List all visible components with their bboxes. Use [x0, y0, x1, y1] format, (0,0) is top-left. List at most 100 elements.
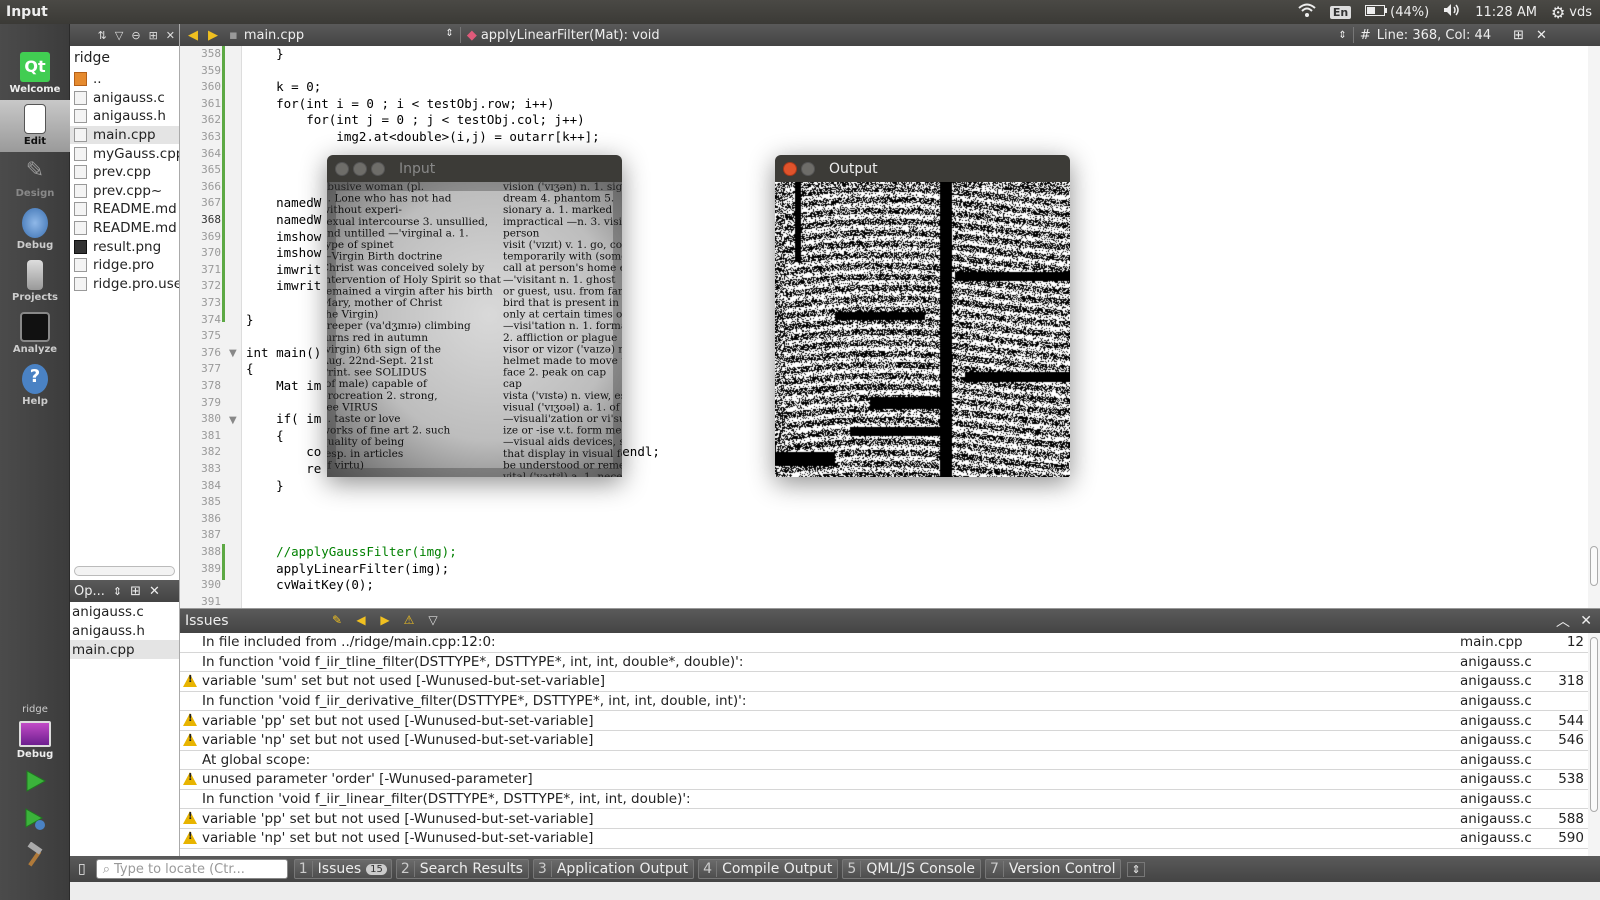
code-line[interactable]: applyLinearFilter(img); — [246, 561, 449, 576]
locator-input[interactable]: ⌕ Type to locate (Ctr... — [95, 859, 288, 879]
back-arrow-icon[interactable]: ◀ — [188, 28, 198, 43]
mode-design[interactable]: ✎ Design — [0, 152, 70, 204]
chevron-updown-icon[interactable]: ⇕ — [1127, 861, 1145, 877]
output-tab[interactable]: 5 QML/JS Console — [842, 859, 981, 879]
code-line[interactable]: for(int j = 0 ; j < testObj.col; j++) — [246, 112, 584, 127]
output-tab[interactable]: 2 Search Results — [395, 859, 529, 879]
code-line[interactable]: if( im — [246, 411, 321, 426]
tree-item[interactable]: main.cpp — [70, 125, 179, 145]
code-line[interactable]: } — [246, 312, 254, 327]
run-button[interactable] — [22, 768, 48, 794]
tree-item[interactable]: anigauss.c — [70, 89, 179, 108]
output-window-titlebar[interactable]: Output — [775, 155, 1070, 182]
issue-row[interactable]: unused parameter 'order' [-Wunused-param… — [180, 770, 1588, 790]
output-window[interactable]: Output — [775, 155, 1070, 477]
code-line[interactable]: cvWaitKey(0); — [246, 577, 374, 592]
code-line[interactable]: img2.at<double>(i,j) = outarr[k++]; — [246, 129, 599, 144]
tree-item[interactable]: .. — [70, 70, 179, 89]
tree-item[interactable]: README.md — [70, 200, 179, 219]
tree-item[interactable]: prev.cpp~ — [70, 182, 179, 201]
maximize-icon[interactable]: ︿ — [1556, 611, 1570, 631]
close-icon[interactable]: ✕ — [1580, 613, 1592, 629]
split-icon[interactable]: ⊞ — [1513, 28, 1524, 43]
issue-row[interactable]: variable 'np' set but not used [-Wunused… — [180, 731, 1588, 751]
close-window-icon[interactable] — [783, 161, 797, 176]
mode-edit[interactable]: Edit — [0, 100, 70, 152]
issue-row[interactable]: variable 'pp' set but not used [-Wunused… — [180, 711, 1588, 731]
vertical-scrollbar[interactable] — [1588, 633, 1600, 857]
mode-welcome[interactable]: Qt Welcome — [0, 48, 70, 100]
minimize-window-icon[interactable] — [353, 161, 367, 176]
code-line[interactable]: { — [246, 361, 254, 376]
issue-row[interactable]: In function 'void f_iir_tline_filter(DST… — [180, 653, 1588, 673]
sidebar-toggle-icon[interactable]: ▯ — [78, 861, 86, 877]
tree-item[interactable]: ridge.pro.user — [70, 275, 179, 294]
scrollbar-thumb[interactable] — [1590, 637, 1598, 812]
prev-arrow-icon[interactable]: ◀ — [354, 613, 368, 627]
tree-item[interactable]: ridge.pro — [70, 256, 179, 275]
kit-selector[interactable]: ridge Debug — [0, 704, 70, 760]
mode-debug[interactable]: Debug — [0, 204, 70, 256]
forward-arrow-icon[interactable]: ▶ — [208, 28, 218, 43]
symbol-selector[interactable]: ◆ applyLinearFilter(Mat): void ⇕ — [467, 28, 1347, 43]
scrollbar-thumb[interactable] — [1590, 546, 1598, 586]
link-icon[interactable]: ⊖ — [131, 29, 140, 42]
code-line[interactable]: namedW — [246, 212, 321, 227]
code-line[interactable]: imshow — [246, 245, 321, 260]
open-doc-item[interactable]: anigauss.c — [70, 602, 179, 621]
code-line[interactable]: imshow — [246, 229, 321, 244]
code-line[interactable]: imwrit — [246, 262, 321, 277]
close-window-icon[interactable] — [335, 161, 349, 176]
maximize-window-icon[interactable] — [371, 161, 385, 176]
mode-help[interactable]: ? Help — [0, 360, 70, 412]
volume-icon[interactable] — [1443, 3, 1461, 21]
issue-row[interactable]: In function 'void f_iir_derivative_filte… — [180, 692, 1588, 712]
mode-analyze[interactable]: Analyze — [0, 308, 70, 360]
clear-icon[interactable]: ✎ — [330, 613, 344, 627]
clock[interactable]: 11:28 AM — [1475, 5, 1537, 20]
code-line[interactable]: re — [246, 461, 321, 476]
issue-row[interactable]: In file included from ../ridge/main.cpp:… — [180, 633, 1588, 653]
code-line[interactable]: { — [246, 428, 284, 443]
code-line[interactable]: int main() — [246, 345, 321, 360]
horizontal-scrollbar[interactable] — [74, 566, 175, 576]
tree-item[interactable]: prev.cpp — [70, 163, 179, 182]
issue-row[interactable]: variable 'np' set but not used [-Wunused… — [180, 829, 1588, 849]
battery-indicator[interactable]: (44%) — [1365, 4, 1429, 20]
filter-icon[interactable]: ▽ — [426, 613, 440, 627]
close-icon[interactable]: ✕ — [166, 29, 175, 42]
cursor-position[interactable]: Line: 368, Col: 44 — [1377, 28, 1491, 43]
file-selector[interactable]: main.cpp ⇕ — [244, 28, 454, 43]
tree-item[interactable]: README.md — [70, 219, 179, 238]
close-icon[interactable]: ✕ — [1536, 28, 1547, 43]
debug-run-button[interactable] — [22, 806, 48, 832]
fold-arrow-icon[interactable]: ▼ — [229, 348, 237, 359]
close-icon[interactable]: ✕ — [149, 584, 160, 599]
code-line[interactable]: for(int i = 0 ; i < testObj.row; i++) — [246, 96, 554, 111]
input-window-titlebar[interactable]: Input — [327, 155, 622, 182]
issue-row[interactable]: variable 'pp' set but not used [-Wunused… — [180, 809, 1588, 829]
code-line[interactable]: imwrit — [246, 278, 321, 293]
sort-icon[interactable]: ⇅ — [98, 29, 107, 42]
keyboard-layout-indicator[interactable]: En — [1329, 5, 1352, 19]
output-tab[interactable]: 1 Issues 15 — [293, 859, 392, 879]
tree-item[interactable]: myGauss.cpp — [70, 144, 179, 163]
minimize-window-icon[interactable] — [801, 161, 815, 176]
issue-row[interactable]: In function 'void f_iir_linear_filter(DS… — [180, 790, 1588, 810]
tree-root[interactable]: ridge — [70, 46, 179, 70]
code-line[interactable]: } — [246, 478, 284, 493]
code-line[interactable]: namedW — [246, 195, 321, 210]
build-button[interactable] — [22, 841, 48, 868]
warning-filter-icon[interactable]: ⚠ — [402, 613, 416, 627]
code-line[interactable]: } — [246, 46, 284, 61]
open-doc-item[interactable]: anigauss.h — [70, 621, 179, 640]
input-window[interactable]: Input abusive woman (pl. 1. Lone who has … — [327, 155, 622, 477]
tree-item[interactable]: result.png — [70, 237, 179, 256]
vertical-scrollbar[interactable] — [1588, 46, 1600, 608]
code-line[interactable]: Mat im — [246, 378, 321, 393]
tree-item[interactable]: anigauss.h — [70, 107, 179, 126]
issue-row[interactable]: At global scope: anigauss.c — [180, 751, 1588, 771]
next-arrow-icon[interactable]: ▶ — [378, 613, 392, 627]
open-doc-item[interactable]: main.cpp — [70, 640, 179, 659]
split-icon[interactable]: ⊞ — [149, 29, 158, 42]
